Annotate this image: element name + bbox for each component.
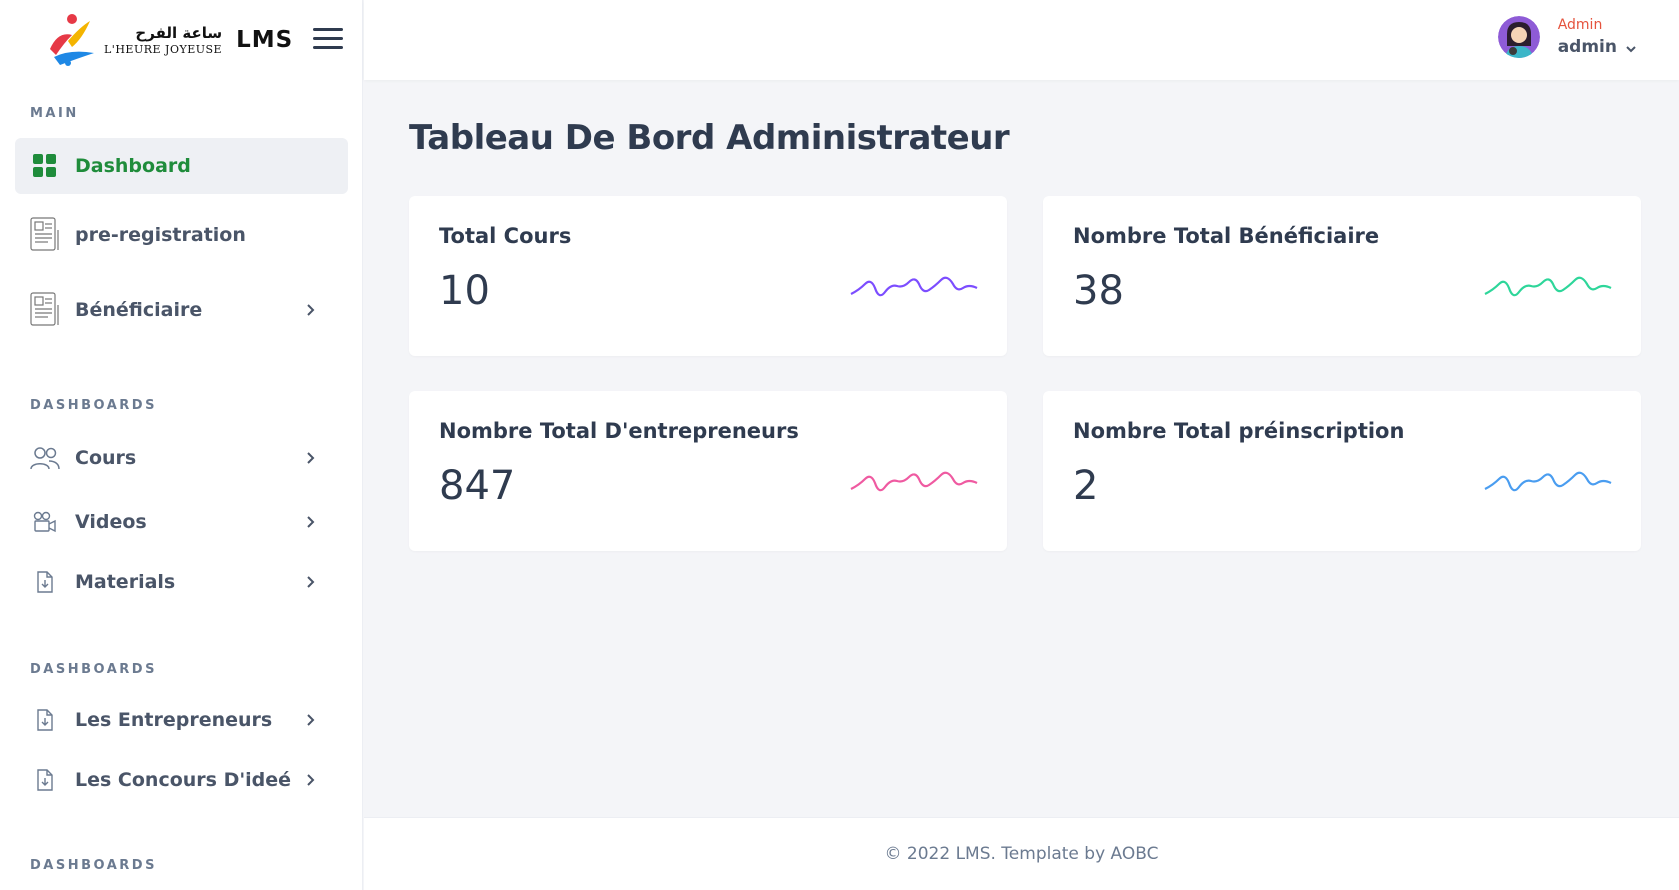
stat-card-preinscription[interactable]: Nombre Total préinscription 2 (1043, 391, 1641, 551)
video-camera-icon (25, 502, 65, 542)
avatar (1497, 16, 1540, 58)
sidebar-item-label: Cours (75, 447, 137, 469)
stat-card-beneficiaire[interactable]: Nombre Total Bénéficiaire 38 (1043, 196, 1641, 356)
card-title: Nombre Total préinscription (1073, 419, 1405, 443)
form-icon (25, 290, 65, 330)
hamburger-line (313, 46, 343, 49)
hamburger-line (313, 28, 343, 31)
card-value: 38 (1073, 268, 1124, 314)
stat-card-total-cours[interactable]: Total Cours 10 (409, 196, 1007, 356)
footer: © 2022 LMS. Template by AOBC (364, 817, 1679, 890)
brand: ساعة الفرح L'HEURE JOYEUSE LMS (0, 0, 362, 80)
sidebar-item-label: Materials (75, 571, 176, 593)
sidebar-item-label: Les Concours D'ideé (75, 769, 292, 791)
sidebar: ساعة الفرح L'HEURE JOYEUSE LMS MAIN Dash… (0, 0, 363, 890)
chevron-right-icon (296, 705, 326, 735)
logo-mark-icon (50, 14, 94, 66)
logo[interactable]: ساعة الفرح L'HEURE JOYEUSE LMS (42, 13, 293, 67)
sidebar-item-materials[interactable]: Materials (15, 554, 348, 610)
sidebar-item-les-entrepreneurs[interactable]: Les Entrepreneurs (15, 692, 348, 748)
sidebar-item-beneficiaire[interactable]: Bénéficiaire (15, 282, 348, 338)
menu-toggle-button[interactable] (313, 28, 343, 52)
file-download-icon (25, 700, 65, 740)
sidebar-item-label: Bénéficiaire (75, 299, 203, 321)
sidebar-item-label: Les Entrepreneurs (75, 709, 273, 731)
page-title: Tableau De Bord Administrateur (409, 118, 1010, 158)
sidebar-item-cours[interactable]: Cours (15, 430, 348, 486)
sidebar-item-dashboard[interactable]: Dashboard (15, 138, 348, 194)
card-title: Total Cours (439, 224, 572, 248)
sidebar-item-label: pre-registration (75, 224, 246, 246)
sidebar-item-pre-registration[interactable]: pre-registration (15, 207, 348, 263)
section-title-main: MAIN (30, 106, 79, 121)
logo-arabic-text: ساعة الفرح (135, 23, 223, 42)
file-download-icon (25, 760, 65, 800)
sparkline-icon (1484, 276, 1612, 297)
card-value: 10 (439, 268, 490, 314)
chevron-down-icon (1625, 38, 1637, 57)
sidebar-item-label: Dashboard (75, 155, 191, 177)
footer-text: © 2022 LMS. Template by AOBC (884, 844, 1159, 864)
card-value: 847 (439, 463, 516, 509)
logo-french-text: L'HEURE JOYEUSE (104, 42, 223, 56)
sparkline-icon (850, 276, 978, 297)
sidebar-item-les-concours[interactable]: Les Concours D'ideé (15, 752, 348, 808)
section-title-dashboards: DASHBOARDS (30, 858, 157, 873)
card-value: 2 (1073, 463, 1099, 509)
chevron-right-icon (296, 443, 326, 473)
users-icon (25, 438, 65, 478)
chevron-right-icon (296, 507, 326, 537)
section-title-dashboards: DASHBOARDS (30, 662, 157, 677)
chevron-right-icon (296, 765, 326, 795)
sparkline-icon (850, 471, 978, 492)
grid-icon (25, 146, 65, 186)
sidebar-item-videos[interactable]: Videos (15, 494, 348, 550)
user-name: admin (1557, 37, 1617, 57)
user-role: Admin (1557, 17, 1603, 33)
file-download-icon (25, 562, 65, 602)
chevron-right-icon (296, 567, 326, 597)
chevron-right-icon (296, 295, 326, 325)
stat-card-entrepreneurs[interactable]: Nombre Total D'entrepreneurs 847 (409, 391, 1007, 551)
top-header: Admin admin (364, 0, 1679, 80)
user-menu[interactable]: Admin admin (1497, 16, 1637, 58)
section-title-dashboards: DASHBOARDS (30, 398, 157, 413)
hamburger-line (313, 37, 343, 40)
card-title: Nombre Total Bénéficiaire (1073, 224, 1380, 248)
card-title: Nombre Total D'entrepreneurs (439, 419, 799, 443)
sparkline-icon (1484, 471, 1612, 492)
logo-product-text: LMS (236, 27, 294, 53)
sidebar-item-label: Videos (75, 511, 147, 533)
form-icon (25, 215, 65, 255)
